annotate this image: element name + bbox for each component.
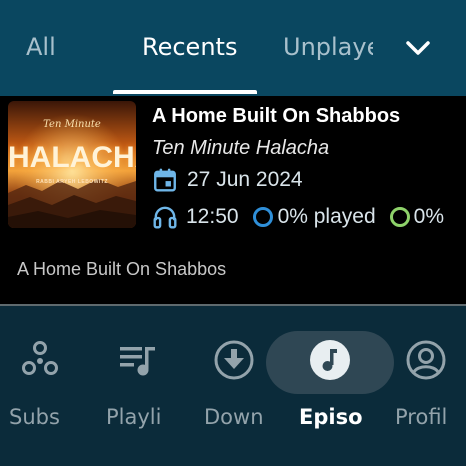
nav-label-profile: Profil [395, 405, 448, 429]
nav-episodes[interactable]: Episo [290, 306, 370, 466]
episode-duration-row: 12:50 0% played 0% [152, 203, 466, 231]
played-percent-secondary: 0% [413, 205, 444, 228]
episode-duration: 12:50 [186, 205, 239, 228]
artwork-title: HALACHA [8, 141, 136, 174]
nav-profile[interactable]: Profil [392, 306, 466, 466]
progress-ring-green-icon [389, 207, 410, 227]
episode-title: A Home Built On Shabbos [152, 105, 401, 127]
nav-label-episodes: Episo [299, 405, 363, 429]
bottom-navigation: Subs Playli Down Episo Profil [0, 306, 466, 466]
nav-label-playlists: Playli [106, 405, 162, 429]
tab-recents[interactable]: Recents [142, 33, 237, 61]
profile-icon [406, 340, 446, 380]
podcasts-icon [22, 341, 58, 375]
episode-date: 27 Jun 2024 [187, 168, 303, 191]
episode-list-item[interactable]: Ten Minute HALACHA RABBI ARYEH LEBOWITZ … [0, 96, 466, 306]
playlist-icon [120, 347, 155, 376]
nav-downloads[interactable]: Down [200, 306, 272, 466]
episode-description: A Home Built On Shabbos [17, 259, 227, 279]
played-percent: 0% played [277, 205, 376, 228]
nav-label-subs: Subs [9, 405, 60, 429]
music-note-icon [310, 340, 350, 380]
nav-label-downloads: Down [204, 405, 264, 429]
nav-subscriptions[interactable]: Subs [0, 306, 72, 466]
top-tab-bar: All Recents Unplaye [0, 0, 466, 96]
download-icon [214, 340, 254, 380]
active-tab-indicator [113, 90, 257, 94]
artwork-author: RABBI ARYEH LEBOWITZ [36, 179, 108, 185]
artwork-subtitle: Ten Minute [43, 119, 101, 130]
tab-all[interactable]: All [26, 33, 56, 61]
tab-unplayed[interactable]: Unplaye [283, 33, 373, 61]
podcast-name: Ten Minute Halacha [152, 137, 330, 159]
podcast-artwork[interactable]: Ten Minute HALACHA RABBI ARYEH LEBOWITZ [8, 101, 136, 228]
episode-date-row: 27 Jun 2024 [152, 166, 303, 194]
calendar-icon [154, 168, 176, 192]
nav-playlists[interactable]: Playli [100, 306, 172, 466]
chevron-down-icon[interactable] [403, 33, 433, 63]
headphones-icon [153, 206, 177, 229]
progress-ring-icon [252, 207, 273, 227]
